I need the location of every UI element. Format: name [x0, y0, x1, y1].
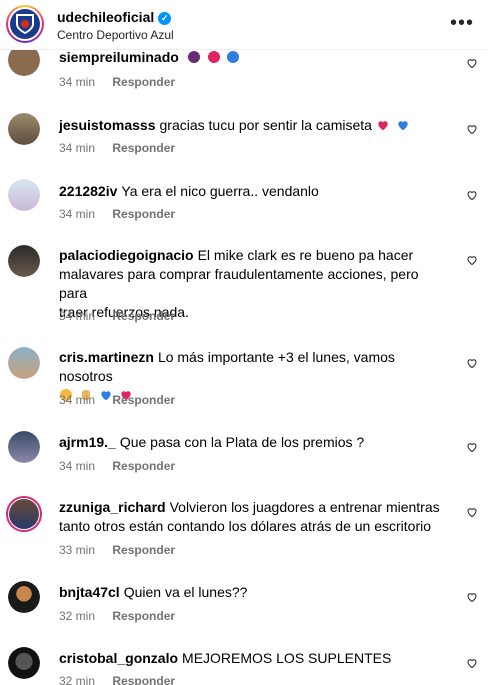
comment-username[interactable]: palaciodiegoignacio — [59, 247, 194, 263]
comment-time: 34 min — [59, 309, 96, 323]
comment-username[interactable]: bnjta47cl — [59, 584, 120, 600]
comment-text: MEJOREMOS LOS SUPLENTES — [182, 650, 392, 666]
comment-text: Que pasa con la Plata de los premios ? — [119, 434, 365, 450]
reply-button[interactable]: Responder — [112, 309, 175, 323]
more-options-icon[interactable]: ••• — [450, 12, 474, 35]
comment-username[interactable]: cristobal_gonzalo — [59, 650, 178, 666]
reply-button[interactable]: Responder — [112, 609, 175, 623]
avatar[interactable] — [8, 581, 40, 613]
emoji-icon — [187, 51, 200, 63]
comment-text: gracias tucu por sentir la camiseta — [159, 117, 372, 133]
comment-time: 34 min — [59, 75, 96, 89]
like-heart-icon[interactable] — [466, 591, 478, 603]
comment-text: Quien va el lunes?? — [123, 584, 248, 600]
like-heart-icon[interactable] — [466, 123, 478, 135]
avatar[interactable] — [6, 496, 42, 532]
heart-emoji-icon — [207, 51, 220, 63]
avatar[interactable] — [8, 113, 40, 145]
like-heart-icon[interactable] — [466, 189, 478, 201]
verified-badge-icon: ✓ — [158, 12, 172, 25]
comment-text: Volvieron los juagdores a entrenar mient… — [169, 499, 440, 515]
blue-heart-emoji-icon — [398, 121, 408, 131]
comment-username[interactable]: cris.martinezn — [59, 349, 154, 365]
comment-time: 33 min — [59, 543, 96, 557]
reply-button[interactable]: Responder — [112, 75, 175, 89]
blue-heart-emoji-icon — [227, 51, 240, 63]
comment-username[interactable]: 221282iv — [59, 183, 117, 199]
comment-username[interactable]: ajrm19._ — [59, 434, 116, 450]
comment-username[interactable]: zzuniga_richard — [59, 499, 166, 515]
avatar[interactable] — [8, 347, 40, 379]
reply-button[interactable]: Responder — [112, 459, 175, 473]
location-subtitle[interactable]: Centro Deportivo Azul — [57, 28, 174, 42]
avatar[interactable] — [8, 647, 40, 679]
reply-button[interactable]: Responder — [112, 141, 175, 155]
like-heart-icon[interactable] — [466, 357, 478, 369]
account-name[interactable]: udechileoficial ✓ — [57, 9, 172, 25]
comment-username[interactable]: siempreiluminado — [59, 49, 179, 65]
comment-username[interactable]: jesuistomasss — [59, 117, 156, 133]
like-heart-icon[interactable] — [466, 506, 478, 518]
comment-time: 34 min — [59, 459, 96, 473]
comment-time: 34 min — [59, 393, 96, 407]
avatar[interactable] — [8, 245, 40, 277]
reply-button[interactable]: Responder — [112, 543, 175, 557]
comment-time: 34 min — [59, 207, 96, 221]
club-crest-icon — [10, 9, 40, 39]
reply-button[interactable]: Responder — [112, 674, 175, 685]
comment-text: El mike clark es re bueno pa hacer — [197, 247, 414, 263]
reply-button[interactable]: Responder — [112, 207, 175, 221]
comment-text-line: malavares para comprar fraudulentamente … — [59, 266, 419, 301]
comments-list: siempreiluminado 34 min Responder jesuis… — [0, 0, 488, 685]
like-heart-icon[interactable] — [466, 57, 478, 69]
like-heart-icon[interactable] — [466, 254, 478, 266]
post-header: udechileoficial ✓ Centro Deportivo Azul •… — [0, 0, 488, 50]
like-heart-icon[interactable] — [466, 657, 478, 669]
account-avatar[interactable] — [6, 5, 44, 43]
reply-button[interactable]: Responder — [112, 393, 175, 407]
avatar[interactable] — [8, 179, 40, 211]
comment-time: 32 min — [59, 609, 96, 623]
like-heart-icon[interactable] — [466, 441, 478, 453]
comment-text-line: tanto otros están contando los dólares a… — [59, 518, 431, 534]
comment-time: 32 min — [59, 674, 96, 685]
comment-time: 34 min — [59, 141, 96, 155]
comment-text: Ya era el nico guerra.. vendanlo — [121, 183, 319, 199]
avatar[interactable] — [8, 431, 40, 463]
heart-emoji-icon — [378, 121, 388, 131]
